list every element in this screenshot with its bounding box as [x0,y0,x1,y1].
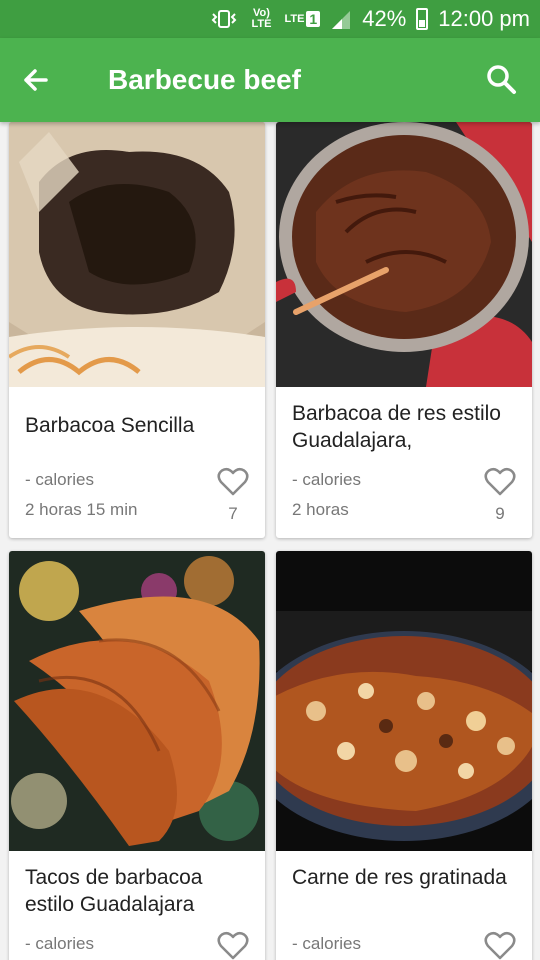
recipe-image [276,122,532,387]
recipe-card[interactable]: Carne de res gratinada - calories [276,551,532,960]
recipe-time: 2 horas 15 min [25,500,138,519]
recipe-calories: - calories [25,470,94,489]
lte-indicator: LTE 1 [284,11,321,27]
recipe-card[interactable]: Tacos de barbacoa estilo Guadalajara - c… [9,551,265,960]
status-bar: Vo) LTE LTE 1 42% 12:00 pm [0,0,540,38]
recipe-grid: Barbacoa Sencilla - calories 2 horas 15 … [0,122,540,960]
recipe-image [9,551,265,851]
app-bar: Barbecue beef [0,38,540,122]
volte-indicator: Vo) LTE [251,7,272,30]
recipe-time: 2 horas [292,500,349,519]
recipe-card[interactable]: Barbacoa Sencilla - calories 2 horas 15 … [9,122,265,538]
vibrate-icon [212,10,237,28]
heart-icon[interactable] [484,467,516,497]
recipe-name: Barbacoa de res estilo Guadalajara, [292,402,501,452]
recipe-name: Carne de res gratinada [292,866,507,889]
battery-icon [416,8,429,30]
recipe-calories: - calories [292,934,361,953]
recipe-image [276,551,532,851]
heart-icon[interactable] [217,931,249,960]
sim-slot-badge: 1 [306,11,321,27]
signal-icon [332,11,351,29]
back-arrow-icon[interactable] [16,60,56,100]
search-icon[interactable] [482,60,522,100]
lte-label: LTE [284,12,305,25]
battery-percent: 42% [362,6,407,31]
clock: 12:00 pm [438,6,530,31]
heart-icon[interactable] [217,467,249,497]
recipe-calories: - calories [25,934,94,953]
recipe-calories: - calories [292,470,361,489]
heart-icon[interactable] [484,931,516,960]
like-count: 9 [495,504,505,523]
recipe-name: Tacos de barbacoa estilo Guadalajara [25,866,203,916]
recipe-image [9,122,265,387]
page-title: Barbecue beef [108,64,301,95]
like-count: 7 [228,504,238,523]
recipe-name: Barbacoa Sencilla [25,414,195,437]
recipe-card[interactable]: Barbacoa de res estilo Guadalajara, - ca… [276,122,532,538]
